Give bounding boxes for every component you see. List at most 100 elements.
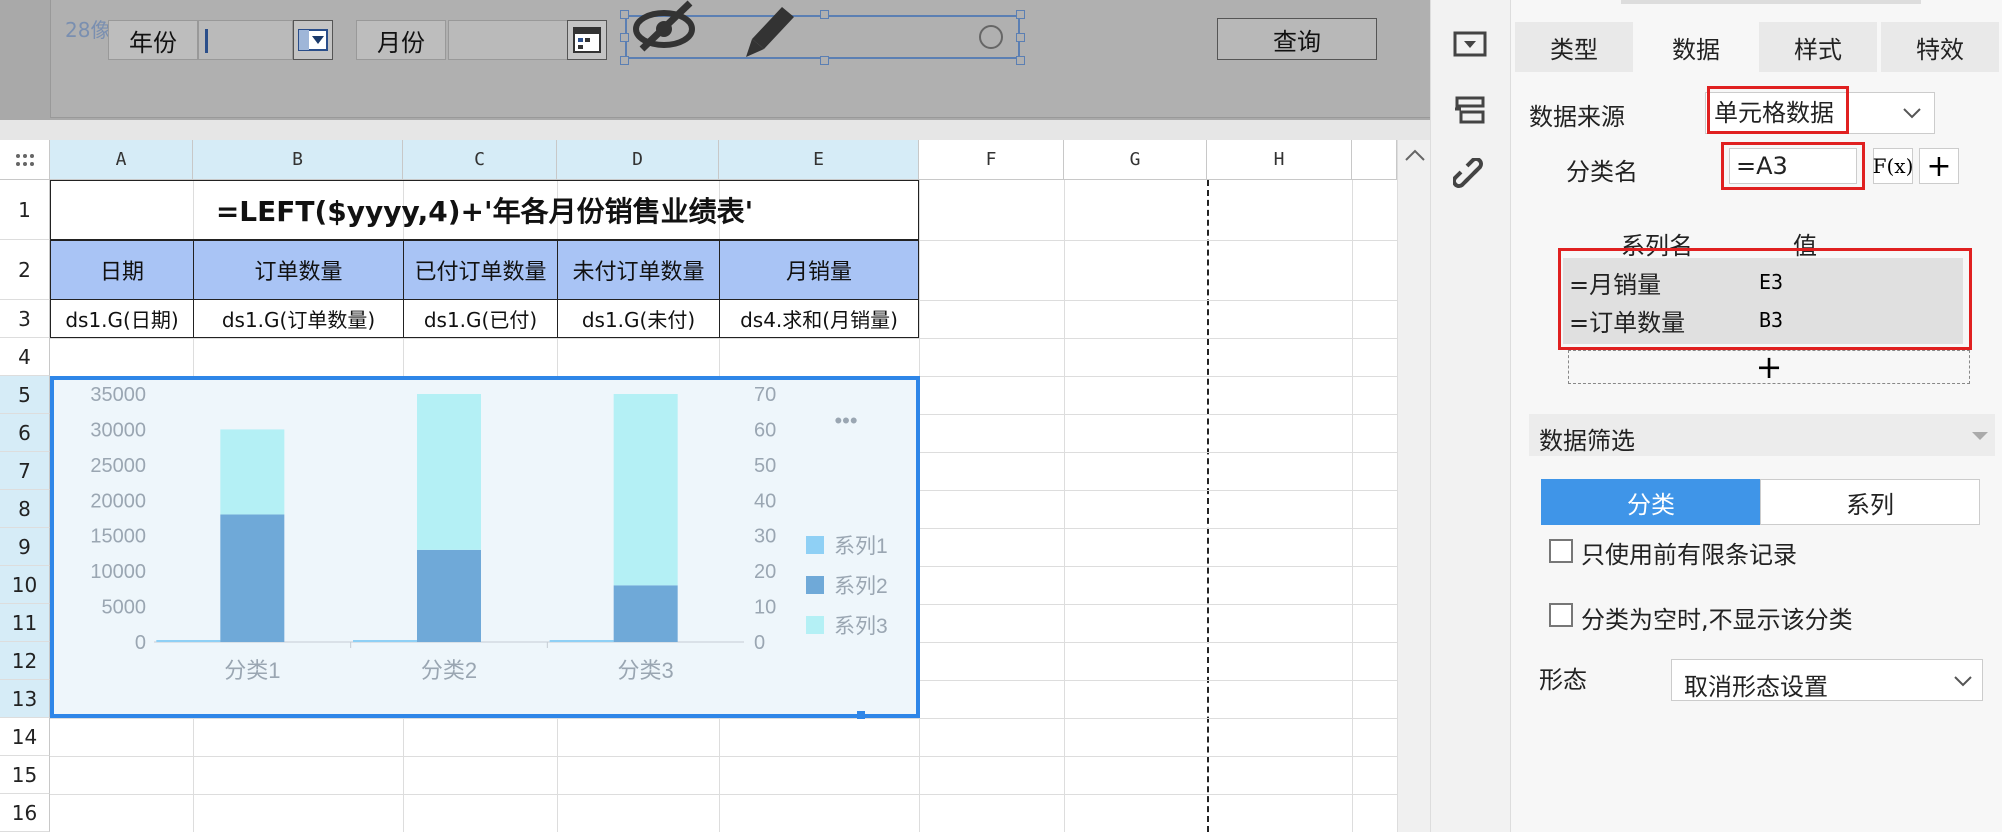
y-right-tick-label: 0 (754, 632, 765, 654)
series-list: =月销量 E3 =订单数量 B3 (1563, 258, 1963, 344)
column-header[interactable]: C (403, 140, 557, 180)
row-header[interactable]: 8 (0, 490, 50, 528)
year-field[interactable] (198, 20, 293, 60)
calendar-icon (573, 27, 601, 53)
tab-style[interactable]: 样式 (1759, 22, 1877, 72)
stacked-bar-chart: 35000 30000 25000 20000 15000 10000 5000 0 70 60 5… (90, 384, 888, 683)
row-header[interactable]: 4 (0, 338, 50, 376)
tab-type[interactable]: 类型 (1515, 22, 1633, 72)
filter-section-header[interactable]: 数据筛选 (1529, 414, 1995, 456)
bar-segment (613, 585, 678, 642)
side-toolbar (1430, 0, 1510, 832)
y-right-tick-label: 60 (754, 419, 776, 441)
cell-element-icon[interactable] (1453, 95, 1489, 127)
hidden-eye-icon (633, 0, 695, 52)
data-cell[interactable]: ds1.G(已付) (403, 299, 558, 338)
gridline (50, 756, 1397, 757)
data-cell[interactable]: ds1.G(订单数量) (193, 299, 404, 338)
row-header[interactable]: 3 (0, 300, 50, 338)
column-header[interactable]: A (50, 140, 193, 180)
chevron-up-icon (1405, 149, 1425, 161)
title-formula-cell[interactable]: =LEFT($yyyy,4)+'年各月份销售业绩表' (50, 180, 919, 240)
data-source-value: 单元格数据 (1707, 86, 1849, 134)
header-cell[interactable]: 未付订单数量 (557, 240, 720, 300)
resize-handle[interactable] (620, 56, 629, 65)
link-icon[interactable] (1453, 158, 1489, 194)
filter-label: 数据筛选 (1539, 427, 1635, 455)
selected-widget[interactable] (625, 0, 1020, 59)
header-cell[interactable]: 月销量 (719, 240, 919, 300)
year-dropdown-button[interactable] (293, 20, 333, 60)
header-cell[interactable]: 已付订单数量 (403, 240, 558, 300)
series-value-input[interactable]: B3 (1759, 302, 1929, 338)
column-header[interactable]: D (557, 140, 719, 180)
shape-select[interactable]: 取消形态设置 (1671, 659, 1983, 701)
resize-handle[interactable] (820, 56, 829, 65)
month-field[interactable] (448, 20, 568, 60)
column-header[interactable]: B (193, 140, 403, 180)
tab-data[interactable]: 数据 (1637, 22, 1755, 72)
tab-effects[interactable]: 特效 (1881, 22, 1999, 72)
row-header[interactable]: 13 (0, 680, 50, 718)
add-category-button[interactable]: + (1919, 148, 1959, 184)
hide-empty-label: 分类为空时,不显示该分类 (1581, 606, 1853, 634)
bar-segment (156, 640, 221, 642)
header-cell[interactable]: 日期 (50, 240, 194, 300)
gridline (50, 718, 1397, 719)
row-header[interactable]: 16 (0, 794, 50, 832)
legend-swatch (806, 576, 824, 594)
resize-handle[interactable] (1016, 10, 1025, 19)
formula-button[interactable]: F(x) (1873, 148, 1913, 184)
year-label: 年份 (108, 20, 198, 60)
vertical-scrollbar[interactable] (1397, 140, 1430, 832)
select-all-corner[interactable] (0, 140, 50, 180)
column-header[interactable]: G (1064, 140, 1207, 180)
row-header[interactable]: 2 (0, 240, 50, 300)
column-header[interactable]: F (919, 140, 1064, 180)
row-header[interactable]: 7 (0, 452, 50, 490)
hide-empty-checkbox[interactable] (1549, 603, 1573, 627)
add-series-button[interactable]: + (1568, 348, 1970, 386)
resize-handle[interactable] (1016, 33, 1025, 42)
resize-handle[interactable] (820, 10, 829, 19)
resize-handle[interactable] (620, 33, 629, 42)
segment-category[interactable]: 分类 (1541, 479, 1761, 525)
resize-handle[interactable] (620, 10, 629, 19)
row-header[interactable]: 14 (0, 718, 50, 756)
data-cell[interactable]: ds1.G(日期) (50, 299, 194, 338)
y-left-tick-label: 0 (135, 632, 146, 654)
row-header[interactable]: 12 (0, 642, 50, 680)
chart-container[interactable]: 35000 30000 25000 20000 15000 10000 5000 0 70 60 5… (50, 376, 920, 719)
gridline (1352, 180, 1353, 832)
data-cell[interactable]: ds1.G(未付) (557, 299, 720, 338)
y-right-tick-label: 40 (754, 490, 776, 512)
data-cell[interactable]: ds4.求和(月销量) (719, 299, 919, 338)
row-header[interactable]: 1 (0, 180, 50, 240)
limit-records-checkbox[interactable] (1549, 539, 1573, 563)
row-header[interactable]: 10 (0, 566, 50, 604)
row-header[interactable]: 9 (0, 528, 50, 566)
y-right-tick-label: 20 (754, 561, 776, 583)
bar-segment (220, 429, 285, 515)
widget-settings-icon[interactable] (1453, 30, 1489, 60)
resize-handle[interactable] (1016, 56, 1025, 65)
row-header[interactable]: 15 (0, 756, 50, 794)
bar-segment (417, 394, 481, 550)
series-name-input[interactable]: =订单数量 (1569, 302, 1739, 338)
header-cell[interactable]: 订单数量 (193, 240, 404, 300)
resize-handle[interactable] (857, 711, 865, 719)
legend-label: 系列3 (834, 615, 888, 638)
column-header[interactable]: H (1207, 140, 1352, 180)
month-date-button[interactable] (567, 20, 607, 60)
segment-series[interactable]: 系列 (1760, 479, 1980, 525)
row-header[interactable]: 5 (0, 376, 50, 414)
series-name-input[interactable]: =月销量 (1569, 264, 1739, 300)
category-input[interactable]: =A3 (1729, 148, 1857, 184)
series-value-input[interactable]: E3 (1759, 264, 1929, 300)
row-header[interactable]: 6 (0, 414, 50, 452)
query-button[interactable]: 查询 (1217, 18, 1377, 60)
column-header[interactable]: E (719, 140, 919, 180)
radio-circle-icon (979, 25, 1003, 49)
row-header[interactable]: 11 (0, 604, 50, 642)
pencil-icon (746, 7, 794, 57)
